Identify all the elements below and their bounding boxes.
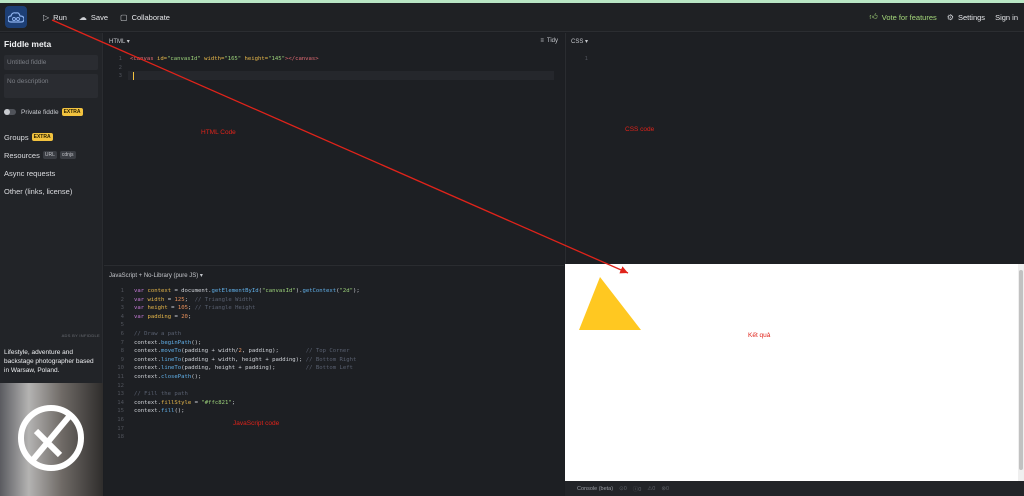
sidebar-item-resources[interactable]: Resources URL cdnjs (4, 146, 102, 164)
line-number: 6 (120, 331, 124, 337)
collaborate-label: Collaborate (131, 12, 170, 22)
extra-badge: EXTRA (61, 108, 83, 116)
ad-logo-icon (18, 405, 84, 471)
active-line-highlight (128, 71, 554, 80)
console-warn-count: ⚠0 (647, 485, 656, 492)
css-panel-header: CSS ▾ (566, 33, 1024, 49)
line-number: 10 (117, 365, 124, 372)
jsfiddle-logo-icon[interactable] (5, 6, 27, 28)
line-number: 9 (120, 356, 124, 363)
sign-in-button[interactable]: Sign in (995, 13, 1018, 22)
ad-text[interactable]: Lifestyle, adventure and backstage photo… (4, 348, 100, 375)
result-scrollbar[interactable] (1018, 264, 1024, 481)
save-label: Save (90, 12, 109, 22)
line-number: 16 (117, 417, 124, 423)
cloud-upload-icon: ☁ (78, 12, 87, 22)
line-number: 5 (120, 322, 124, 329)
js-editor-panel[interactable]: JavaScript + No-Library (pure JS) ▾ 1234… (104, 265, 564, 496)
url-badge[interactable]: URL (42, 151, 57, 159)
scrollbar-thumb[interactable] (1019, 270, 1023, 470)
line-number: 1 (584, 56, 588, 62)
line-number: 18 (117, 434, 124, 441)
tidy-button[interactable]: ≡ Tidy (540, 38, 558, 44)
thumbs-up-icon: 👍︎ (869, 12, 878, 21)
line-number: 17 (117, 425, 124, 432)
line-number: 11 (117, 374, 124, 380)
result-canvas (579, 277, 641, 330)
fiddle-description-input[interactable]: No description (4, 74, 98, 98)
cdnjs-badge[interactable]: cdnjs (59, 151, 76, 159)
js-panel-header: JavaScript + No-Library (pure JS) ▾ (104, 266, 564, 284)
settings-label: Settings (957, 12, 986, 22)
groups-label: Groups (4, 132, 29, 142)
line-number: 12 (117, 382, 124, 389)
line-number: 2 (118, 64, 122, 71)
console-bar[interactable]: Console (beta) ⊙0 ⓘ0 ⚠0 ⊗0 (565, 481, 1024, 496)
tidy-icon: ≡ (540, 38, 544, 44)
sliders-icon: ⚙ (946, 12, 954, 22)
extra-badge: EXTRA (31, 133, 53, 141)
run-button[interactable]: ▷ Run (43, 13, 67, 22)
line-number: 8 (120, 348, 124, 355)
sidebar-item-groups[interactable]: Groups EXTRA (4, 128, 102, 146)
private-fiddle-label: Private fiddle (21, 108, 59, 116)
line-number: 7 (120, 339, 124, 346)
js-code-annotation: JavaScript code (233, 420, 280, 427)
vote-label: Vote for features (881, 12, 937, 22)
line-number: 4 (120, 313, 124, 320)
play-icon: ▷ (43, 12, 50, 22)
yellow-triangle (579, 277, 641, 330)
html-language-selector[interactable]: HTML ▾ (109, 38, 130, 45)
tidy-label: Tidy (546, 38, 558, 44)
collaborate-button[interactable]: ▢ Collaborate (120, 13, 170, 22)
resources-label: Resources (4, 150, 40, 160)
private-fiddle-toggle[interactable]: Private fiddle EXTRA (4, 108, 102, 116)
html-code-annotation: HTML Code (201, 129, 236, 136)
line-number: 2 (120, 296, 124, 303)
ad-image[interactable] (0, 383, 103, 496)
html-panel-header: HTML ▾ ≡ Tidy (104, 33, 564, 49)
line-number: 3 (118, 73, 122, 80)
console-log-count: ⊙0 (619, 485, 627, 492)
chat-bubble-icon: ▢ (120, 12, 128, 22)
js-language-selector[interactable]: JavaScript + No-Library (pure JS) ▾ (109, 272, 203, 279)
line-number: 13 (117, 391, 124, 398)
run-label: Run (53, 12, 67, 22)
save-button[interactable]: ☁ Save (79, 13, 108, 22)
result-annotation: Kết quả (748, 332, 771, 339)
line-number: 1 (120, 288, 124, 294)
console-error-count: ⊗0 (661, 485, 669, 492)
line-number: 14 (117, 399, 124, 406)
top-toolbar: ▷ Run ☁ Save ▢ Collaborate 👍︎ Vote for f… (0, 3, 1024, 32)
vote-for-features-link[interactable]: 👍︎ Vote for features (869, 12, 936, 22)
sidebar-title: Fiddle meta (4, 39, 52, 49)
line-number: 3 (120, 305, 124, 312)
line-number: 15 (117, 408, 124, 415)
toggle-switch[interactable] (4, 109, 16, 115)
console-label[interactable]: Console (beta) (577, 486, 613, 492)
css-code-annotation: CSS code (625, 126, 655, 133)
html-code-line[interactable]: <canvas id="canvasId" width="165" height… (130, 55, 319, 64)
console-info-count: ⓘ0 (632, 486, 642, 493)
sidebar-item-async-requests[interactable]: Async requests (4, 164, 102, 182)
ads-label: ADS BY INFIDDLE (61, 333, 100, 338)
sidebar-item-other[interactable]: Other (links, license) (4, 182, 102, 200)
fiddle-title-input[interactable]: Untitled fiddle (4, 55, 98, 70)
settings-button[interactable]: ⚙ Settings (947, 13, 985, 22)
js-code-block[interactable]: var context = document.getElementById("c… (134, 287, 360, 416)
text-cursor (133, 72, 134, 80)
line-number: 1 (118, 56, 122, 62)
css-language-selector[interactable]: CSS ▾ (571, 38, 588, 45)
result-panel[interactable]: Kết quả (565, 264, 1018, 481)
css-editor-panel[interactable]: CSS ▾ 1 (565, 33, 1024, 264)
sign-in-label: Sign in (995, 12, 1018, 22)
html-editor-panel[interactable]: HTML ▾ ≡ Tidy 1 2 3 <canvas id="canvasId… (104, 33, 564, 264)
